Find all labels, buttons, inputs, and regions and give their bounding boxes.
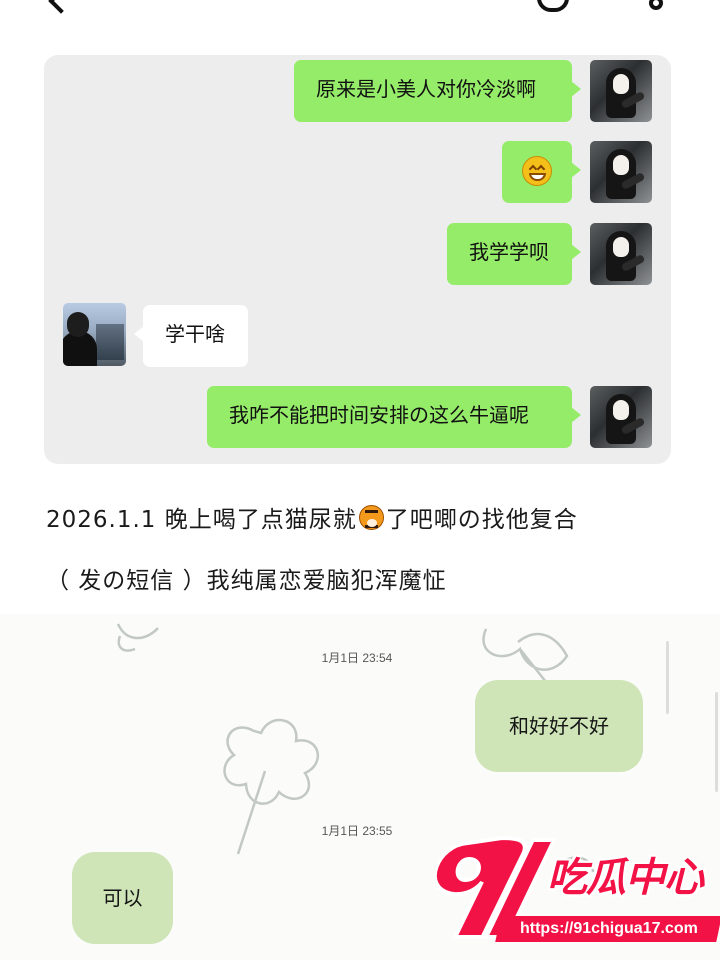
screenshot-page: 原来是小美人对你冷淡啊 我学学呗 学干啥 我咋不能把时间安排の这么牛逼呢 202…	[0, 0, 720, 960]
contact-icon[interactable]	[537, 0, 569, 12]
message-text: 我咋不能把时间安排の这么牛逼呢	[229, 403, 529, 427]
message-text: 原来是小美人对你冷淡啊	[316, 77, 536, 101]
sent-message-1[interactable]: 原来是小美人对你冷淡啊	[294, 60, 581, 122]
sms-received-message[interactable]: 可以	[72, 852, 173, 944]
site-watermark: 吃瓜中心 https://91chigua17.com	[436, 835, 720, 960]
more-icon[interactable]	[649, 0, 663, 10]
watermark-label: 吃瓜中心	[547, 855, 704, 901]
top-bar-fragment	[0, 0, 720, 14]
self-avatar[interactable]	[590, 141, 652, 203]
watermark-url: https://91chigua17.com	[495, 916, 720, 942]
wechat-chat-screenshot: 原来是小美人对你冷淡啊 我学学呗 学干啥 我咋不能把时间安排の这么牛逼呢	[44, 55, 671, 464]
contact-avatar[interactable]	[63, 303, 126, 366]
sent-message-3[interactable]: 我咋不能把时间安排の这么牛逼呢	[207, 386, 581, 448]
sent-emoji-message[interactable]	[502, 141, 581, 203]
grinning-emoji-icon	[522, 156, 552, 186]
scrollbar-fragment[interactable]	[715, 692, 718, 792]
caption-line-2: （ 发の短信 ）我纯属恋爱脑犯浑魔怔	[46, 568, 447, 594]
tiger-face-icon	[358, 505, 384, 530]
scrollbar-fragment[interactable]	[666, 641, 669, 714]
back-arrow-icon[interactable]	[48, 0, 74, 14]
message-timestamp: 1月1日 23:55	[321, 824, 393, 838]
sent-message-2[interactable]: 我学学呗	[447, 223, 581, 285]
caption-line-1: 2026.1.1 晚上喝了点猫尿就 了吧唧の找他复合	[46, 505, 578, 533]
message-text: 和好好不好	[509, 714, 609, 738]
message-text: 可以	[102, 886, 143, 910]
sms-sent-message[interactable]: 和好好不好	[475, 680, 643, 772]
message-text: 学干啥	[165, 322, 225, 346]
self-avatar[interactable]	[590, 60, 652, 122]
message-text: 我学学呗	[469, 240, 549, 264]
self-avatar[interactable]	[590, 386, 652, 448]
message-timestamp: 1月1日 23:54	[321, 651, 393, 665]
received-message-1[interactable]: 学干啥	[134, 305, 248, 367]
self-avatar[interactable]	[590, 223, 652, 285]
